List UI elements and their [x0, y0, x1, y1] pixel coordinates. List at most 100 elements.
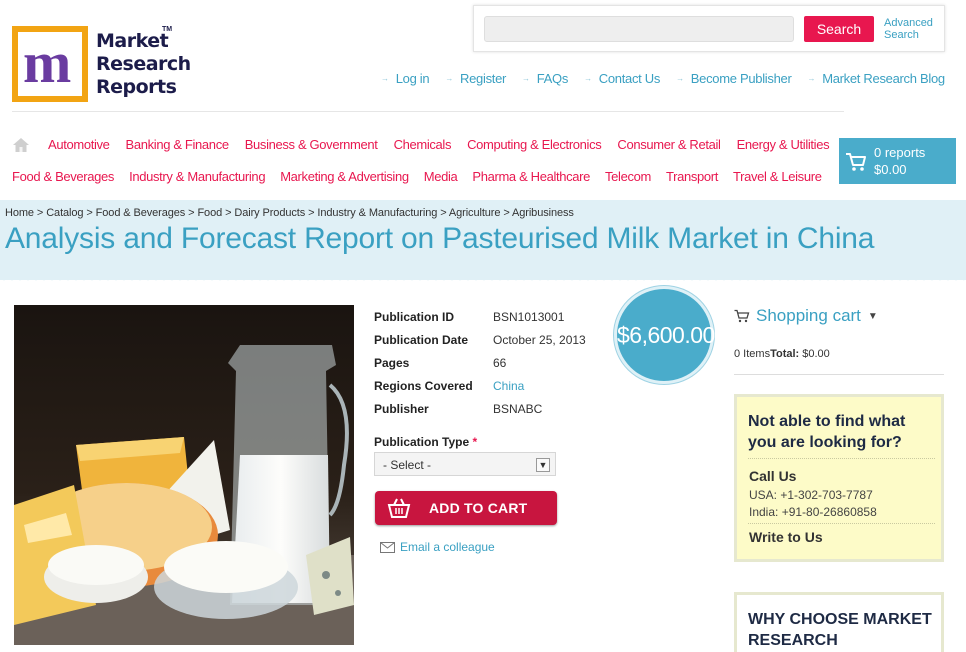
search-button[interactable]: Search	[804, 16, 874, 42]
category-link-chemicals[interactable]: Chemicals	[394, 137, 452, 152]
arrow-right-icon: →	[807, 73, 816, 83]
logo-wordmark: Market Research Reports	[96, 30, 191, 98]
breadcrumb-separator: >	[33, 207, 47, 219]
category-link-pharma-healthcare[interactable]: Pharma & Healthcare	[472, 169, 590, 184]
write-to-us-link[interactable]: Write to Us	[749, 529, 823, 545]
arrow-right-icon: →	[522, 73, 530, 83]
publication-type-label: Publication Type *	[374, 435, 478, 449]
spec-label: Regions Covered	[374, 378, 473, 393]
price-badge: $6,600.00	[614, 286, 715, 384]
spec-row: Publisher BSNABC	[374, 397, 586, 420]
add-to-cart-label: ADD TO CART	[429, 500, 528, 516]
trademark-mark: TM	[162, 26, 173, 33]
category-link-marketing-advertising[interactable]: Marketing & Advertising	[280, 169, 409, 184]
breadcrumb-item[interactable]: Agribusiness	[512, 207, 574, 219]
region-link[interactable]: China	[493, 379, 524, 393]
shopping-cart-heading[interactable]: Shopping cart ▼	[734, 306, 878, 326]
india-phone[interactable]: India: +91-80-26860858	[749, 505, 877, 519]
category-link-transport[interactable]: Transport	[666, 169, 718, 184]
header-divider	[12, 111, 844, 112]
breadcrumb-item[interactable]: Industry & Manufacturing	[317, 207, 437, 219]
shopping-cart-title: Shopping cart	[756, 306, 861, 325]
top-link-label: Market Research Blog	[822, 70, 945, 86]
top-link-label: Register	[460, 70, 507, 86]
help-divider	[748, 523, 935, 524]
category-link-industry-manufacturing[interactable]: Industry & Manufacturing	[129, 169, 265, 184]
category-link-consumer-retail[interactable]: Consumer & Retail	[617, 137, 721, 152]
basket-icon	[387, 498, 411, 518]
breadcrumb-separator: >	[437, 207, 449, 219]
shopping-cart-icon	[846, 153, 866, 171]
spec-value: BSN1013001	[493, 309, 565, 324]
chevron-down-icon: ▼	[536, 458, 550, 472]
publication-type-select[interactable]: - Select - ▼	[374, 452, 556, 476]
category-link-business-government[interactable]: Business & Government	[245, 137, 378, 152]
help-box: Not able to find what you are looking fo…	[734, 394, 944, 562]
search-panel: Search Advanced Search	[473, 5, 945, 52]
band-zigzag-edge	[0, 274, 966, 281]
category-link-energy-utilities[interactable]: Energy & Utilities	[737, 137, 830, 152]
top-link-label: Log in	[395, 70, 430, 86]
top-link-register[interactable]: → Register	[445, 70, 506, 86]
add-to-cart-button[interactable]: ADD TO CART	[375, 491, 557, 525]
site-logo[interactable]: m Market Research Reports TM	[12, 24, 191, 106]
arrow-right-icon: →	[445, 73, 454, 83]
spec-label: Publication Date	[374, 332, 469, 347]
shopping-cart-summary: 0 ItemsTotal: $0.00	[734, 348, 830, 360]
breadcrumb-separator: >	[305, 207, 318, 219]
top-link-faqs[interactable]: → FAQs	[522, 70, 568, 86]
top-link-contact-us[interactable]: → Contact Us	[584, 70, 660, 86]
breadcrumb-separator: >	[222, 207, 235, 219]
category-link-travel-leisure[interactable]: Travel & Leisure	[733, 169, 822, 184]
email-colleague-link[interactable]: Email a colleague	[380, 540, 495, 554]
spec-row: Publication Date October 25, 2013	[374, 328, 586, 351]
spec-value: 66	[493, 355, 507, 370]
arrow-right-icon: →	[676, 73, 684, 83]
spec-label: Pages	[374, 355, 410, 370]
why-choose-heading: WHY CHOOSE MARKET RESEARCH	[748, 611, 932, 649]
call-us-heading: Call Us	[749, 468, 797, 484]
spec-value: October 25, 2013	[493, 332, 586, 347]
category-link-computing-electronics[interactable]: Computing & Electronics	[467, 137, 602, 152]
help-question: Not able to find what you are looking fo…	[748, 413, 906, 451]
top-link-log-in[interactable]: → Log in	[381, 70, 430, 86]
logo-mark: m	[12, 26, 88, 102]
spec-row: Regions Covered China	[374, 374, 586, 397]
arrow-right-icon: →	[381, 73, 389, 83]
category-link-food-beverages[interactable]: Food & Beverages	[12, 169, 114, 184]
breadcrumb-item[interactable]: Food	[197, 207, 222, 219]
search-input[interactable]	[484, 16, 794, 42]
top-link-label: FAQs	[536, 70, 569, 86]
advanced-search-link[interactable]: Advanced Search	[884, 17, 933, 41]
spec-label: Publisher	[374, 401, 429, 416]
spec-row: Publication ID BSN1013001	[374, 305, 586, 328]
home-icon[interactable]	[12, 136, 30, 154]
breadcrumb-item[interactable]: Home	[5, 207, 34, 219]
breadcrumb-item[interactable]: Agriculture	[449, 207, 501, 219]
publication-type-selected: - Select -	[383, 458, 432, 472]
breadcrumb-item[interactable]: Catalog	[46, 207, 83, 219]
logo-letter: m	[23, 30, 72, 95]
top-link-become-publisher[interactable]: → Become Publisher	[676, 70, 792, 86]
category-nav-row2: Food & Beverages Industry & Manufacturing…	[12, 169, 822, 184]
product-image	[14, 305, 354, 645]
breadcrumb-item[interactable]: Food & Beverages	[96, 207, 186, 219]
usa-phone[interactable]: USA: +1-302-703-7787	[749, 488, 873, 502]
header-cart[interactable]: 0 reports $0.00	[839, 138, 956, 184]
category-link-telecom[interactable]: Telecom	[605, 169, 651, 184]
why-choose-box: WHY CHOOSE MARKET RESEARCH	[734, 592, 944, 652]
category-link-automotive[interactable]: Automotive	[48, 137, 110, 152]
category-link-banking-finance[interactable]: Banking & Finance	[126, 137, 230, 152]
spec-value: BSNABC	[493, 401, 543, 416]
category-link-media[interactable]: Media	[424, 169, 458, 184]
help-divider	[748, 458, 935, 459]
breadcrumb-separator: >	[185, 207, 198, 219]
top-link-market-research-blog[interactable]: → Market Research Blog	[807, 70, 945, 86]
spec-label: Publication ID	[374, 309, 455, 324]
required-mark: *	[472, 435, 478, 449]
cart-count: 0 reports	[874, 145, 926, 160]
caret-down-icon: ▼	[867, 310, 878, 322]
category-nav-row1: Automotive Banking & Finance Business & Go…	[48, 137, 830, 152]
breadcrumb-item[interactable]: Dairy Products	[234, 207, 305, 219]
arrow-right-icon: →	[584, 73, 592, 83]
